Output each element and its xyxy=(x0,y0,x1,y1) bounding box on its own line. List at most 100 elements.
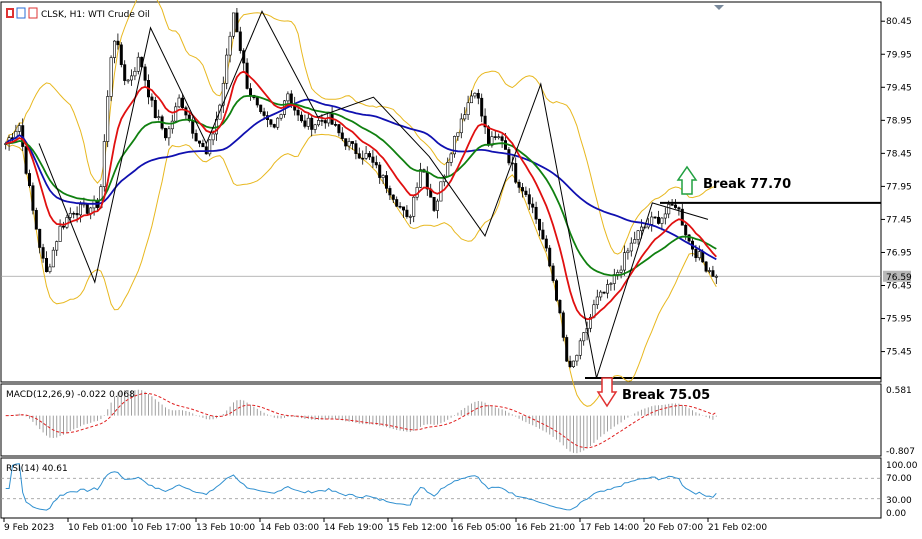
candle-body xyxy=(582,332,586,342)
candle-body xyxy=(119,44,123,65)
break-up-label: Break 77.70 xyxy=(703,177,791,192)
price-y-tick-label: 79.45 xyxy=(886,83,912,93)
candle-body xyxy=(568,360,572,368)
x-tick-label: 10 Feb 17:00 xyxy=(132,523,191,533)
candle-body xyxy=(337,124,341,134)
candle-body xyxy=(31,185,35,211)
candle-body xyxy=(232,12,236,37)
candle-body xyxy=(599,291,603,298)
candle-body xyxy=(55,241,59,251)
candle-body xyxy=(303,120,307,127)
candle-body xyxy=(548,247,552,267)
candle-body xyxy=(249,88,253,96)
candle-body xyxy=(167,128,171,139)
break-down-label: Break 75.05 xyxy=(622,388,710,403)
price-y-tick-label: 78.95 xyxy=(886,116,912,126)
candle-body xyxy=(153,99,157,118)
candle-body xyxy=(79,203,83,216)
candle-body xyxy=(619,269,623,273)
candle-body xyxy=(130,75,134,81)
candle-body xyxy=(174,106,178,122)
candle-body xyxy=(602,291,606,294)
candle-body xyxy=(113,40,117,58)
candle-body xyxy=(361,157,365,160)
candle-body xyxy=(286,93,290,102)
x-tick-label: 13 Feb 10:00 xyxy=(196,523,255,533)
candle-body xyxy=(701,251,705,263)
rsi-tick-100: 100.00 xyxy=(886,461,918,471)
candle-body xyxy=(412,196,416,217)
candle-body xyxy=(425,171,429,190)
candle-body xyxy=(323,120,327,124)
x-tick-label: 14 Feb 03:00 xyxy=(260,523,319,533)
chart-icon-inner xyxy=(8,10,12,16)
candle-body xyxy=(486,126,490,146)
x-tick-label: 15 Feb 12:00 xyxy=(388,523,447,533)
candle-body xyxy=(609,283,613,285)
price-y-axis: 80.45 79.95 79.45 78.95 78.45 77.95 77.45 76.95… xyxy=(881,17,912,358)
candle-body xyxy=(27,173,31,186)
candle-body xyxy=(633,239,637,244)
candle-body xyxy=(44,258,48,273)
candle-body xyxy=(367,153,371,158)
candle-body xyxy=(201,142,205,148)
candle-body xyxy=(350,141,354,144)
candle-body xyxy=(143,66,147,81)
candle-body xyxy=(670,204,674,206)
candle-body xyxy=(364,153,368,159)
price-y-tick-label: 76.95 xyxy=(886,248,912,258)
candle-body xyxy=(639,226,643,232)
candle-body xyxy=(157,116,161,119)
candle-body xyxy=(684,224,688,236)
rsi-panel-frame xyxy=(0,457,882,519)
candle-body xyxy=(354,143,358,154)
candle-body xyxy=(677,207,681,210)
candle-body xyxy=(605,284,609,294)
x-tick-label: 16 Feb 21:00 xyxy=(516,523,575,533)
candle-body xyxy=(340,132,344,139)
x-tick-label: 16 Feb 05:00 xyxy=(452,523,511,533)
candle-body xyxy=(126,79,130,82)
candle-body xyxy=(653,216,657,219)
rsi-label: RSI(14) 40.61 xyxy=(6,464,68,474)
candle-body xyxy=(463,114,467,120)
price-y-tick-label: 78.45 xyxy=(886,149,912,159)
candle-body xyxy=(177,97,181,108)
candle-body xyxy=(276,117,280,128)
candle-body xyxy=(381,175,385,178)
candle-body xyxy=(571,360,575,368)
candle-body xyxy=(395,199,399,207)
x-tick-label: 14 Feb 19:00 xyxy=(324,523,383,533)
macd-tick-bottom: -0.807 xyxy=(886,447,915,457)
candle-body xyxy=(316,120,320,126)
candle-body xyxy=(673,204,677,208)
candle-body xyxy=(704,261,708,272)
candle-body xyxy=(473,92,477,97)
candle-body xyxy=(527,194,531,205)
candle-body xyxy=(575,354,579,362)
candle-body xyxy=(41,247,45,259)
candle-body xyxy=(235,12,239,33)
current-price-label: 76.59 xyxy=(886,273,912,283)
candle-body xyxy=(707,270,711,272)
candle-body xyxy=(102,141,106,187)
candle-body xyxy=(554,280,558,301)
candle-body xyxy=(697,251,701,259)
candle-body xyxy=(534,206,538,220)
candle-body xyxy=(289,93,293,105)
candle-body xyxy=(537,218,541,231)
candle-body xyxy=(544,238,548,249)
candle-body xyxy=(170,120,174,130)
candle-body xyxy=(388,188,392,196)
candle-body xyxy=(374,162,378,166)
candle-body xyxy=(694,248,698,259)
candle-body xyxy=(150,96,154,101)
candle-body xyxy=(456,132,460,137)
candle-body xyxy=(636,230,640,240)
candle-body xyxy=(347,141,351,147)
candle-body xyxy=(650,216,654,225)
candle-body xyxy=(541,229,545,240)
candle-body xyxy=(116,40,120,46)
candle-body xyxy=(656,216,660,224)
candle-body xyxy=(476,92,480,99)
